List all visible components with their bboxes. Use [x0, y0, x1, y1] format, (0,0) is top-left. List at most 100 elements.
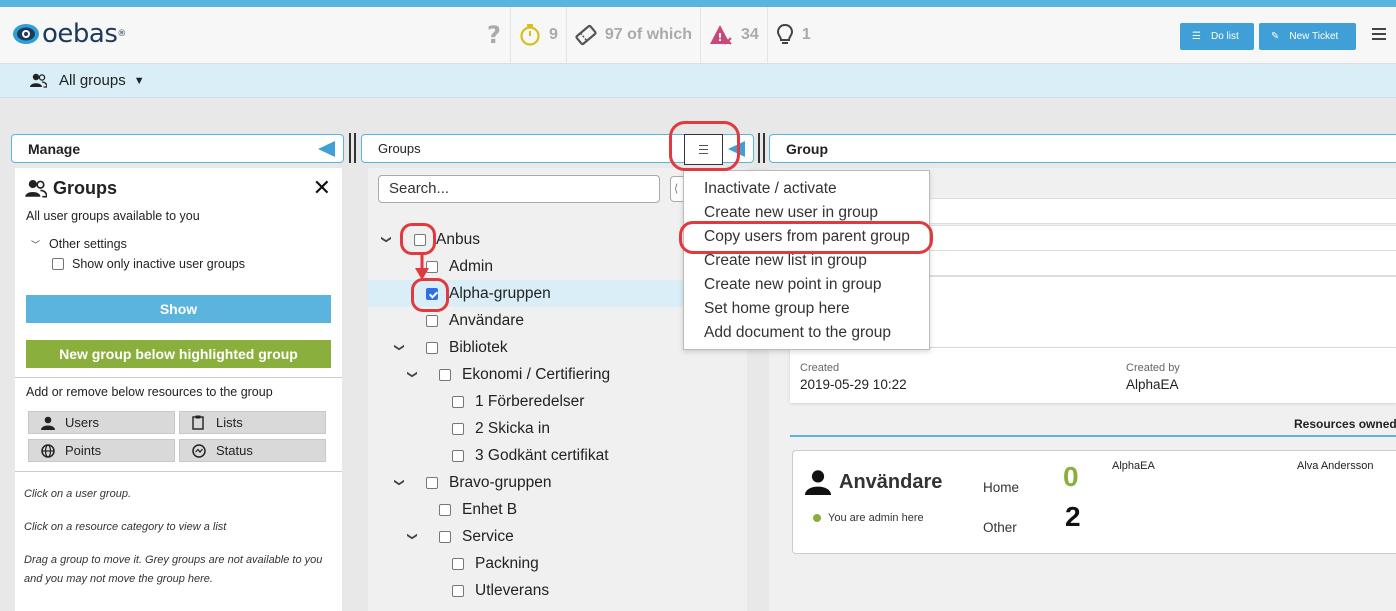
- tree-item[interactable]: 3 Godkänt certifikat: [368, 442, 747, 469]
- tree-item[interactable]: Utleverans: [368, 577, 747, 604]
- timer-stat[interactable]: 9: [510, 7, 566, 63]
- tree-item[interactable]: 1 Förberedelser: [368, 388, 747, 415]
- manage-column-header: Manage: [11, 134, 344, 163]
- ticket-count: 97 of which: [604, 26, 693, 43]
- home-label: Home: [983, 480, 1020, 495]
- tree-item-checkbox[interactable]: [439, 530, 451, 543]
- menu-item-create-point[interactable]: Create new point in group: [704, 276, 882, 294]
- chevron-down-icon[interactable]: ❯: [381, 235, 392, 243]
- menu-item-set-home[interactable]: Set home group here: [704, 300, 850, 318]
- main-menu-icon[interactable]: [1372, 25, 1386, 47]
- svg-text:!: !: [718, 31, 723, 44]
- search-input[interactable]: Search...: [378, 175, 660, 203]
- tree-item-label: 3 Godkänt certifikat: [475, 446, 609, 464]
- ticket-stat[interactable]: 97 of which: [565, 7, 700, 63]
- panel-description: All user groups available to you: [26, 209, 200, 223]
- tree-item-checkbox[interactable]: [452, 449, 464, 462]
- tree-item[interactable]: Enhet B: [368, 496, 747, 523]
- points-resource-button[interactable]: Points: [28, 439, 175, 462]
- idea-stat[interactable]: 1: [766, 7, 819, 63]
- user-name[interactable]: Alva Andersson: [1297, 460, 1373, 472]
- other-count[interactable]: 2: [1065, 501, 1081, 533]
- divider: [15, 471, 342, 472]
- user-name[interactable]: AlphaEA: [1112, 460, 1155, 472]
- tree-item-checkbox[interactable]: [452, 584, 464, 597]
- checkbox[interactable]: [52, 258, 64, 270]
- warning-stat[interactable]: ! 34: [700, 7, 767, 63]
- collapse-left-icon[interactable]: [318, 141, 335, 157]
- tree-item-checkbox[interactable]: [439, 368, 451, 381]
- other-settings-toggle[interactable]: ﹀ Other settings: [31, 237, 127, 251]
- chevron-down-icon[interactable]: ❯: [394, 343, 405, 351]
- users-resource-button[interactable]: Users: [28, 411, 175, 434]
- close-icon[interactable]: ✕: [313, 177, 331, 199]
- tree-item-checkbox[interactable]: [439, 503, 451, 516]
- ticket-small-icon: ✎: [1271, 31, 1280, 42]
- show-button[interactable]: Show: [26, 295, 331, 323]
- tree-item-label: Användare: [449, 311, 524, 329]
- tree-item-checkbox[interactable]: [452, 557, 464, 570]
- panel-title: Groups: [25, 178, 117, 199]
- do-list-button[interactable]: ☰ Do list: [1180, 23, 1254, 50]
- tree-item-checkbox[interactable]: [426, 476, 438, 489]
- logo[interactable]: oebas®: [12, 19, 126, 49]
- tree-item-checkbox[interactable]: [426, 314, 438, 327]
- chevron-down-icon[interactable]: ❯: [394, 478, 405, 486]
- divider: [15, 377, 342, 378]
- group-options-menu-button[interactable]: [684, 134, 723, 165]
- tree-item-label: Packning: [475, 554, 539, 572]
- chevron-down-icon[interactable]: ❯: [407, 370, 418, 378]
- lists-resource-button[interactable]: Lists: [179, 411, 326, 434]
- chevron-down-icon: ﹀: [31, 239, 41, 250]
- help-stat[interactable]: ?: [478, 7, 510, 63]
- clipboard-icon: [192, 415, 208, 430]
- tree-item-label: Bravo-gruppen: [449, 473, 552, 491]
- menu-item-copy-users[interactable]: Copy users from parent group: [704, 228, 910, 246]
- checklist-icon: ☰: [1192, 31, 1201, 42]
- tree-item-label: 2 Skicka in: [475, 419, 550, 437]
- tree-item-checkbox[interactable]: [452, 422, 464, 435]
- tree-item[interactable]: 2 Skicka in: [368, 415, 747, 442]
- inactive-groups-checkbox[interactable]: Show only inactive user groups: [52, 257, 245, 271]
- menu-item-inactivate[interactable]: Inactivate / activate: [704, 180, 837, 198]
- group-info-card: Created 2019-05-29 10:22 Created by Alph…: [790, 348, 1396, 403]
- menu-item-create-list[interactable]: Create new list in group: [704, 252, 867, 270]
- column-resize-handle-2[interactable]: [758, 133, 765, 163]
- column-resize-handle[interactable]: [349, 133, 356, 163]
- tree-item-checkbox[interactable]: [414, 233, 426, 246]
- tree-item[interactable]: Packning: [368, 550, 747, 577]
- logo-text: oebas®: [42, 19, 126, 49]
- tree-item[interactable]: ❯ Service: [368, 523, 747, 550]
- new-ticket-button[interactable]: ✎ New Ticket: [1259, 23, 1356, 50]
- admin-status: You are admin here: [813, 512, 924, 524]
- tree-item-checkbox[interactable]: [426, 287, 438, 300]
- tree-item-label: Alpha-gruppen: [449, 284, 551, 302]
- all-groups-dropdown[interactable]: All groups ▼: [30, 72, 145, 89]
- tree-item[interactable]: ❯ Bravo-gruppen: [368, 469, 747, 496]
- home-count[interactable]: 0: [1063, 461, 1079, 493]
- divider: [790, 435, 1396, 437]
- tree-item-checkbox[interactable]: [452, 395, 464, 408]
- menu-item-add-document[interactable]: Add document to the group: [704, 324, 891, 342]
- tree-item-label: Enhet B: [462, 500, 518, 518]
- user-icon: [41, 416, 57, 430]
- new-group-button[interactable]: New group below highlighted group: [26, 340, 331, 368]
- menu-item-create-user[interactable]: Create new user in group: [704, 204, 878, 222]
- users-resource-card[interactable]: Användare You are admin here Home 0 Othe…: [792, 450, 1396, 554]
- tree-item[interactable]: ❯ Ekonomi / Certifiering: [368, 361, 747, 388]
- status-resource-button[interactable]: Status: [179, 439, 326, 462]
- svg-text:?: ?: [487, 23, 501, 47]
- warning-icon: !: [710, 25, 732, 45]
- top-accent-strip: [0, 0, 1396, 7]
- chevron-down-icon[interactable]: ❯: [407, 532, 418, 540]
- tree-item-label: Ekonomi / Certifiering: [462, 365, 611, 383]
- tree-item-checkbox[interactable]: [426, 341, 438, 354]
- tree-item-checkbox[interactable]: [426, 260, 438, 273]
- group-column-header: Group: [769, 134, 1396, 163]
- group-options-dropdown: Inactivate / activate Create new user in…: [683, 170, 930, 350]
- tree-item-label: 1 Förberedelser: [475, 392, 585, 410]
- created-value: 2019-05-29 10:22: [800, 377, 907, 392]
- warning-count: 34: [741, 26, 759, 43]
- collapse-groups-icon[interactable]: [728, 141, 745, 157]
- user-icon: [805, 470, 831, 495]
